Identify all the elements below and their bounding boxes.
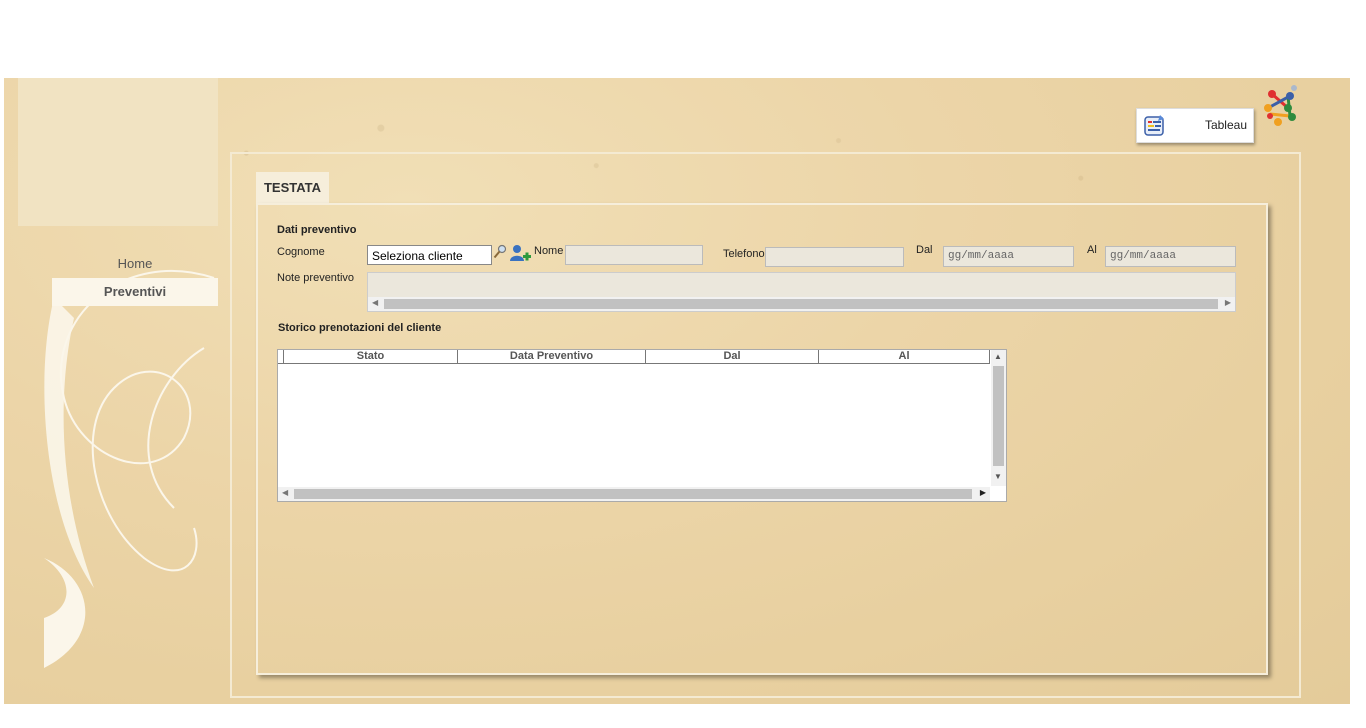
tableau-icon (1144, 115, 1164, 136)
note-horizontal-scrollbar[interactable]: ◀ ▶ (368, 297, 1235, 311)
telefono-field[interactable] (765, 247, 904, 267)
scroll-left-icon[interactable]: ◀ (282, 488, 288, 497)
column-header-stato[interactable]: Stato (284, 350, 458, 363)
dal-date-field[interactable]: gg/mm/aaaa (943, 246, 1074, 267)
scroll-right-icon[interactable]: ▶ (1225, 298, 1231, 307)
tableau-button[interactable]: Tableau (1136, 108, 1254, 143)
history-title: Storico prenotazioni del cliente (278, 322, 442, 334)
add-user-icon[interactable] (508, 243, 532, 263)
section-title-dati-preventivo: Dati preventivo (277, 224, 357, 236)
decorative-swirl (44, 269, 215, 668)
history-vscroll-thumb[interactable] (993, 366, 1004, 466)
history-hscroll-thumb[interactable] (294, 489, 972, 499)
column-header-dal[interactable]: Dal (646, 350, 819, 363)
cognome-field[interactable]: Seleziona cliente (367, 245, 492, 265)
nav-preventivi[interactable]: Preventivi (52, 278, 218, 306)
app-background: Home Preventivi Tableau TESTATA Dati pre… (4, 78, 1350, 704)
history-grid: Stato Data Preventivo Dal Al ▲ ▼ ◀ ▶ (277, 349, 1007, 502)
logo-area (18, 78, 218, 226)
tableau-label: Tableau (1204, 118, 1247, 132)
dal-label: Dal (916, 244, 933, 256)
scroll-left-icon[interactable]: ◀ (372, 298, 378, 307)
tab-testata[interactable]: TESTATA (256, 172, 329, 203)
al-date-field[interactable]: gg/mm/aaaa (1105, 246, 1236, 267)
history-horizontal-scrollbar[interactable]: ◀ ▶ (278, 487, 990, 501)
cognome-label: Cognome (277, 246, 325, 258)
brand-network-icon (1264, 85, 1297, 126)
note-label: Note preventivo (277, 272, 355, 284)
column-header-data-preventivo[interactable]: Data Preventivo (458, 350, 646, 363)
note-scroll-thumb[interactable] (384, 299, 1218, 309)
history-grid-header: Stato Data Preventivo Dal Al (278, 350, 990, 364)
history-vertical-scrollbar[interactable]: ▲ ▼ (991, 350, 1006, 486)
al-label: Al (1087, 244, 1097, 256)
scroll-right-icon[interactable]: ▶ (980, 488, 986, 497)
magnifier-icon[interactable] (493, 244, 507, 260)
nome-label: Nome (534, 245, 564, 257)
nav-home[interactable]: Home (52, 254, 218, 274)
column-header-al[interactable]: Al (819, 350, 990, 363)
telefono-label: Telefono (723, 248, 765, 260)
scroll-up-icon[interactable]: ▲ (994, 352, 1002, 361)
scroll-down-icon[interactable]: ▼ (994, 472, 1002, 481)
nome-field[interactable] (565, 245, 703, 265)
